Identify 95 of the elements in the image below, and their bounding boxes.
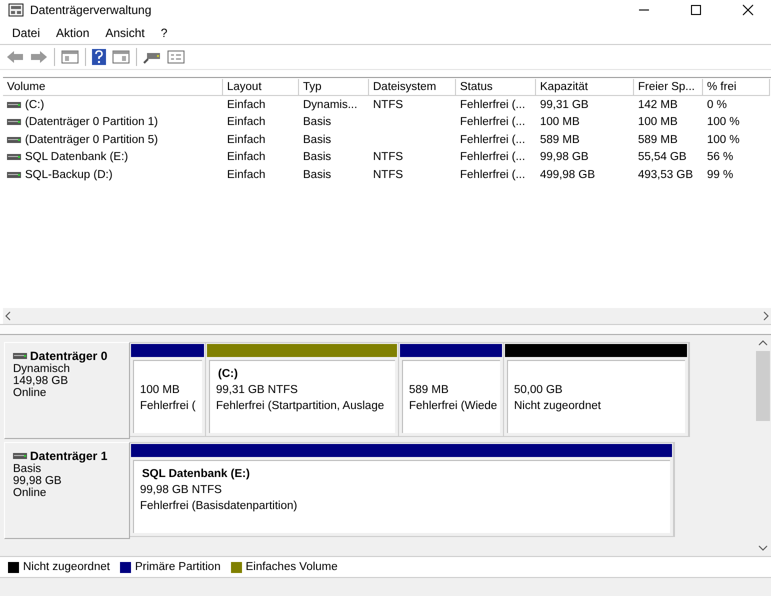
menu-item[interactable]: Datei [4,26,48,40]
table-cell: 99 % [707,168,734,181]
partition-info: Fehlerfrei (Startpartition, Auslage [216,399,386,414]
column-header[interactable]: Status [456,78,536,96]
scroll-left-icon[interactable] [3,311,13,321]
table-cell: Basis [303,151,332,164]
table-cell: Fehlerfrei (... [460,116,526,128]
menu-item[interactable]: Ansicht [97,26,153,40]
drive-icon [7,136,21,143]
column-header[interactable]: Freier Sp... [634,78,703,96]
disk-management-icon [8,3,24,17]
table-cell: 55,54 GB [638,151,687,164]
disk-type: Dynamisch [13,363,71,375]
back-icon[interactable] [6,50,24,64]
forward-icon[interactable] [30,50,48,64]
table-cell: 499,98 GB [540,168,595,181]
partition-info: Nicht zugeordnet [514,399,602,414]
table-cell: Fehlerfrei (... [460,134,526,146]
disk-name: Datenträger 0 [30,349,108,363]
table-cell: 99,98 GB [540,151,589,164]
table-cell: Einfach [227,116,266,128]
table-cell: SQL-Backup (D:) [25,168,113,181]
disk-status: Online [13,387,48,399]
partition-name: (C:) [217,367,239,382]
table-cell: Einfach [227,168,266,181]
table-cell: 589 MB [540,134,580,146]
table-cell: 589 MB [638,134,678,146]
partition-info: Fehlerfrei (Basisdatenpartition) [140,499,298,514]
table-cell: (C:) [25,98,44,111]
scroll-right-icon[interactable] [761,311,771,321]
table-cell: 493,53 GB [638,168,693,181]
menu-item[interactable]: ? [152,26,176,40]
column-header[interactable]: Volume [3,78,223,96]
partition-info: 99,98 GB NTFS [140,483,223,498]
disk-status: Online [13,487,48,499]
table-cell: 100 % [707,116,740,128]
disk-icon [13,453,27,459]
drive-icon [7,102,21,108]
table-cell: 0 % [707,98,727,111]
column-header[interactable]: Typ [299,78,369,96]
table-cell: Basis [303,116,332,128]
disk-icon [13,353,27,359]
panel-icon[interactable] [112,50,130,64]
drive-icon [7,119,21,126]
table-cell: SQL Datenbank (E:) [25,151,128,164]
partition-info: 99,31 GB NTFS [216,383,299,398]
partition-info: Fehlerfrei ( [140,399,196,414]
table-cell: 56 % [707,151,734,164]
list-icon[interactable] [167,50,185,64]
disk-type: Basis [13,463,42,475]
maximize-icon [690,4,702,16]
help-icon[interactable] [92,49,106,65]
scroll-down-icon[interactable] [758,544,768,552]
table-cell: NTFS [373,168,404,181]
table-cell: Einfach [227,151,266,164]
column-header[interactable]: % frei [703,78,770,96]
table-cell: NTFS [373,151,404,164]
table-cell: Dynamis... [303,98,358,111]
partition-info: 50,00 GB [514,383,564,398]
table-cell: 100 % [707,134,740,146]
table-cell: Fehlerfrei (... [460,168,526,181]
disk-size: 99,98 GB [13,475,63,487]
table-cell: NTFS [373,98,404,111]
horizontal-scrollbar[interactable] [3,308,771,324]
disk-size: 149,98 GB [13,375,69,387]
table-cell: Einfach [227,98,266,111]
scroll-up-icon[interactable] [758,339,768,347]
menu-item[interactable]: Aktion [48,26,98,40]
column-header[interactable]: Dateisystem [369,78,456,96]
drive-icon [7,154,21,160]
table-cell: 100 MB [638,116,678,128]
partition-name: SQL Datenbank (E:) [141,467,251,482]
table-cell: 99,31 GB [540,98,589,111]
disk-name: Datenträger 1 [30,449,108,463]
table-cell: Basis [303,134,332,146]
table-cell: Fehlerfrei (... [460,151,526,164]
drive-icon[interactable] [143,50,161,64]
table-cell: Einfach [227,134,266,146]
table-cell: Basis [303,168,332,181]
table-cell: 100 MB [540,116,580,128]
partition-info: 100 MB [140,383,181,398]
close-icon [742,4,754,16]
legend-label: Einfaches Volume [246,561,338,573]
partition-info: 589 MB [409,383,450,398]
column-header[interactable]: Layout [223,78,299,96]
table-cell: Fehlerfrei (... [460,98,526,111]
panel-icon[interactable] [61,50,79,64]
column-header[interactable]: Kapazität [536,78,634,96]
drive-icon [7,172,21,178]
table-cell: 142 MB [638,98,678,111]
legend-label: Nicht zugeordnet [23,561,110,573]
window-title: Datenträgerverwaltung [30,3,152,17]
table-cell: (Datenträger 0 Partition 5) [25,134,158,146]
legend-label: Primäre Partition [134,561,221,573]
table-cell: (Datenträger 0 Partition 1) [25,116,158,128]
